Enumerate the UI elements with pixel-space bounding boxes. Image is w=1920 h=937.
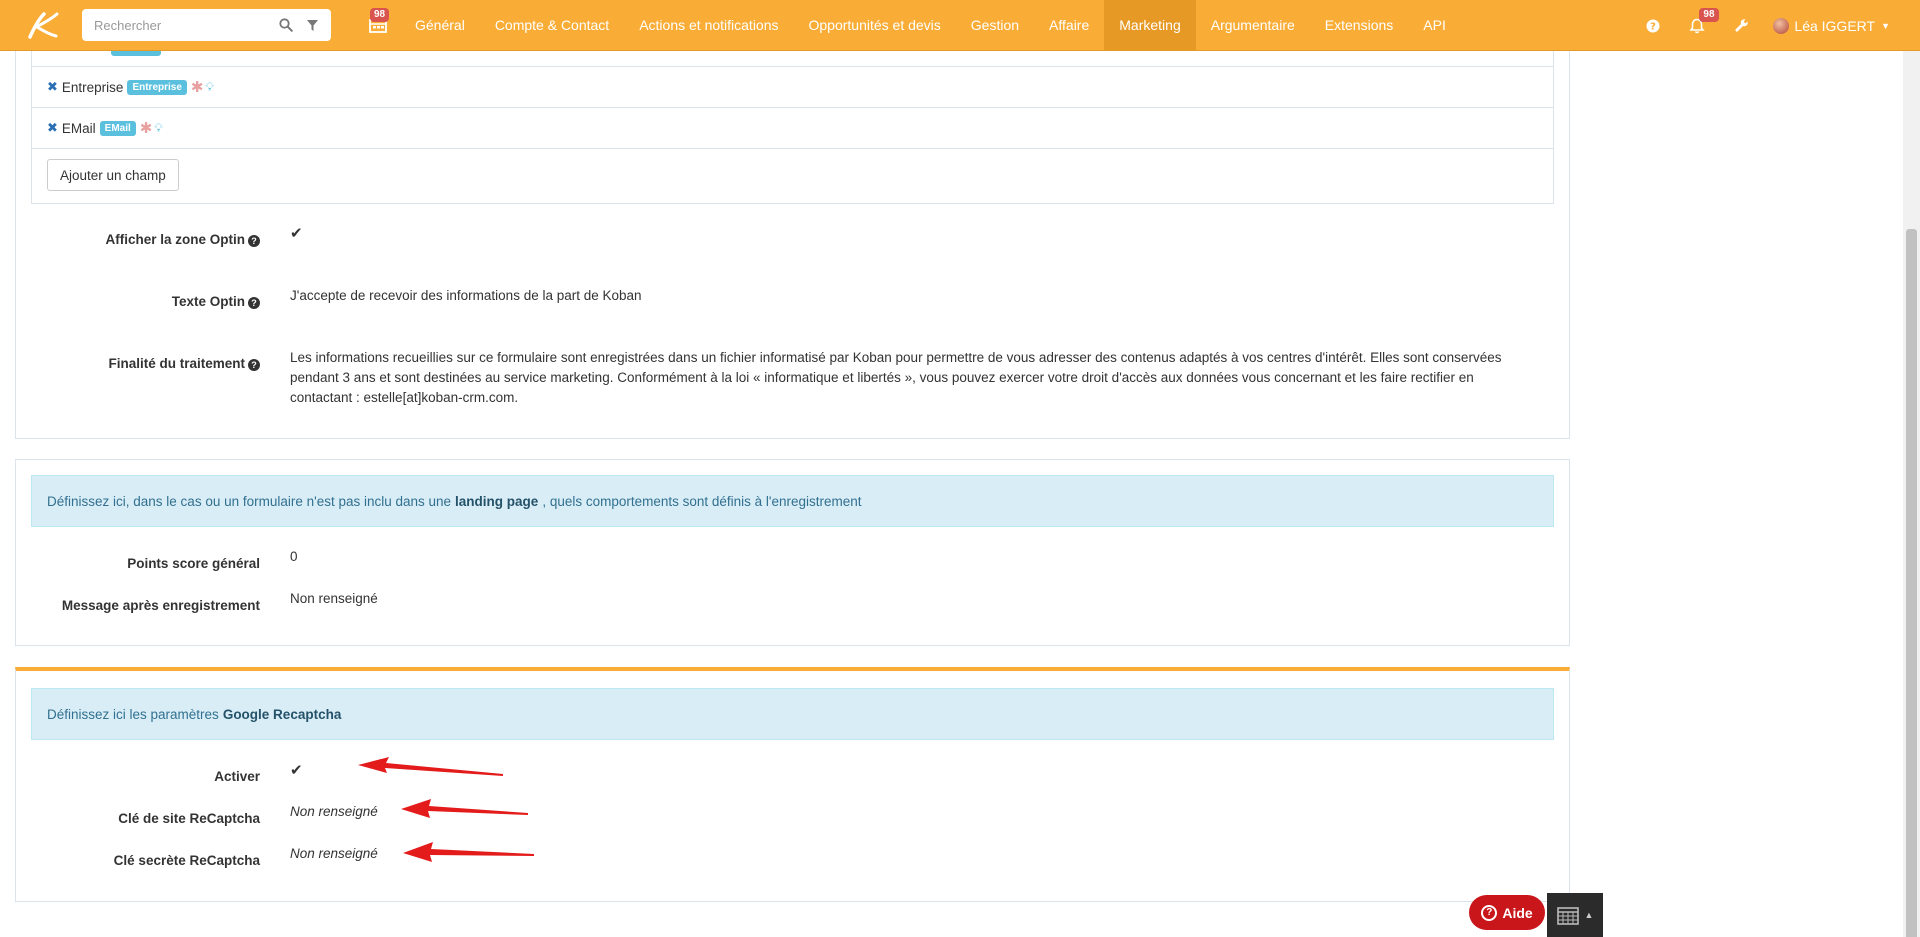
message-value: Non renseigné [290,591,378,606]
field-type-tag: Entreprise [127,79,187,95]
recaptcha-secret-key-value: Non renseigné [290,846,378,861]
optin-show-check-icon: ✔ [290,225,303,242]
avatar [1773,17,1790,34]
caret-up-icon: ▲ [1584,910,1594,920]
menu-item-actions-notifications[interactable]: Actions et notifications [624,0,793,51]
help-button[interactable]: ? [1631,0,1675,51]
user-menu[interactable]: Léa IGGERT ▼ [1773,17,1890,34]
scrollbar-thumb[interactable] [1906,229,1917,937]
optin-show-label: Afficher la zone Optin? [0,232,260,247]
optin-purpose-label: Finalité du traitement? [0,356,260,371]
calendar-toggle-button[interactable]: ▲ [1547,893,1603,937]
field-type-tag: EMail [99,120,136,136]
menu-item-argumentaire[interactable]: Argumentaire [1196,0,1310,51]
caret-down-icon: ▼ [1881,20,1890,31]
menu-item-extensions[interactable]: Extensions [1310,0,1408,51]
optin-show-label-text: Afficher la zone Optin [105,232,245,247]
red-arrow-annotation [401,799,528,818]
navbar-right: ? 98 Léa IGGERT ▼ [1631,0,1890,51]
settings-button[interactable] [1719,0,1763,51]
question-circle-icon: ? [1481,904,1498,921]
lightbulb-icon[interactable]: 💡︎ [154,121,162,136]
recaptcha-info-box: Définissez ici les paramètres Google Rec… [31,688,1554,740]
recaptcha-site-key-label: Clé de site ReCaptcha [118,811,260,826]
notifications-button[interactable]: 98 [1675,0,1719,51]
lightbulb-icon[interactable]: 💡︎ [205,80,213,95]
field-label: Entreprise [61,79,124,95]
notifications-badge: 98 [1699,8,1719,22]
score-value: 0 [290,549,298,564]
menu-item-compte-contact[interactable]: Compte & Contact [480,0,624,51]
user-name: Léa IGGERT [1794,17,1876,34]
red-arrow-annotation [403,842,534,862]
search-icon[interactable] [276,14,297,36]
required-asterisk-icon[interactable]: ✱ [191,78,204,96]
question-circle-icon[interactable]: ? [248,235,260,247]
search-box [82,9,331,41]
menu-item-affaire[interactable]: Affaire [1034,0,1104,51]
registration-info-suffix: , quels comportements sont définis à l'e… [542,493,862,509]
koban-logo-icon [28,12,59,39]
add-field-button[interactable]: Ajouter un champ [47,159,179,191]
field-row-email: ✖ EMail EMail ✱ 💡︎ [32,107,1553,148]
registration-info-bold: landing page [455,493,539,509]
field-row-entreprise: ✖ Entreprise Entreprise ✱ 💡︎ [32,66,1553,107]
page-scrollbar[interactable] [1903,51,1920,937]
main-menu: Général Compte & Contact Actions et noti… [400,0,1461,51]
fields-actions: Ajouter un champ [32,148,1553,191]
optin-purpose-label-text: Finalité du traitement [108,356,245,371]
svg-text:?: ? [1651,21,1657,32]
optin-purpose-value: Les informations recueillies sur ce form… [290,350,1502,405]
calendar-nav-button[interactable]: 98 [356,0,400,51]
recaptcha-activate-label: Activer [214,769,260,784]
registration-info-box: Définissez ici, dans le cas ou un formul… [31,475,1554,527]
menu-item-gestion[interactable]: Gestion [956,0,1034,51]
recaptcha-secret-key-label: Clé secrète ReCaptcha [113,853,260,868]
red-arrow-annotation [358,757,503,776]
wrench-icon [1734,19,1748,32]
recaptcha-info-text: Définissez ici les paramètres [47,706,219,722]
remove-field-icon[interactable]: ✖ [47,120,58,136]
recaptcha-activate-check-icon: ✔ [290,762,303,779]
calendar-badge: 98 [370,7,390,22]
help-aide-button[interactable]: ? Aide [1469,895,1545,930]
aide-label: Aide [1502,904,1533,921]
registration-info-text: Définissez ici, dans le cas ou un formul… [47,493,452,509]
required-asterisk-icon[interactable]: ✱ [140,119,153,137]
recaptcha-site-key-value: Non renseigné [290,804,378,819]
score-label: Points score général [127,556,260,571]
menu-item-marketing[interactable]: Marketing [1104,0,1196,51]
question-circle-icon: ? [1646,19,1660,32]
question-circle-icon[interactable]: ? [248,359,260,371]
fields-list: ✖ Entreprise Entreprise ✱ 💡︎ ✖ EMail EMa… [31,40,1554,204]
search-input[interactable] [94,17,270,33]
filter-icon[interactable] [303,14,324,36]
message-label: Message après enregistrement [61,598,260,613]
menu-item-api[interactable]: API [1408,0,1461,51]
field-label: EMail [61,120,96,136]
remove-field-icon[interactable]: ✖ [47,79,58,95]
optin-text-label: Texte Optin? [0,294,260,309]
calendar-icon [1556,907,1579,925]
koban-logo[interactable] [0,0,82,51]
optin-text-label-text: Texte Optin [171,294,245,309]
recaptcha-info-bold: Google Recaptcha [222,706,342,722]
menu-item-general[interactable]: Général [400,0,480,51]
question-circle-icon[interactable]: ? [248,297,260,309]
top-navbar: 98 Général Compte & Contact Actions et n… [0,0,1920,51]
optin-text-value: J'accepte de recevoir des informations d… [290,288,642,303]
menu-item-opportunites-devis[interactable]: Opportunités et devis [794,0,956,51]
